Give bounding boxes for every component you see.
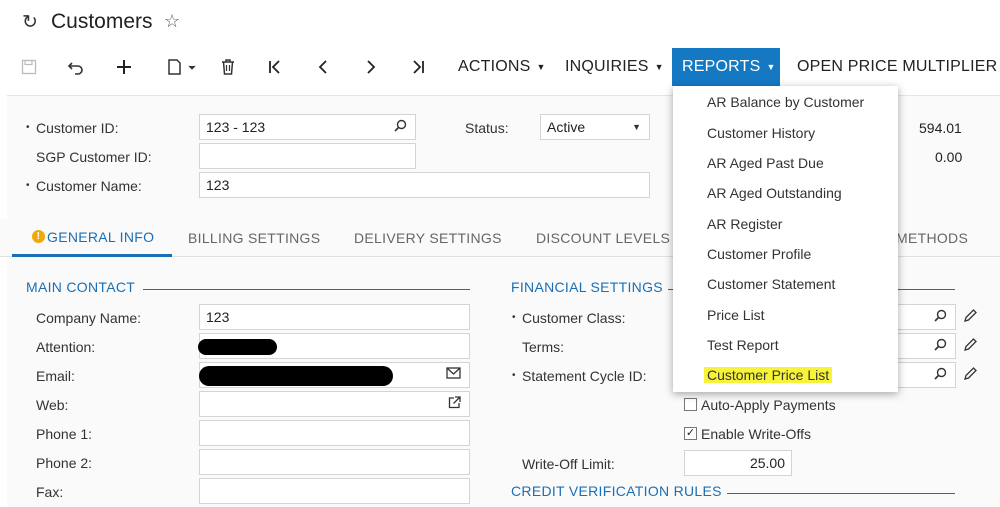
customer-id-value: 123 - 123: [206, 119, 266, 135]
toolbar: ACTIONS ▼ INQUIRIES ▼ REPORTS ▼ OPEN PRICE …: [0, 48, 1000, 86]
tab-discount-levels[interactable]: DISCOUNT LEVELS: [536, 219, 670, 257]
section-divider: [143, 289, 470, 290]
menu-item-test-report[interactable]: Test Report: [707, 337, 779, 353]
star-icon[interactable]: ☆: [164, 11, 180, 32]
status-label: Status:: [465, 120, 509, 136]
redaction-mark: [199, 366, 393, 386]
caret-down-icon: ▼: [632, 122, 641, 132]
menu-item-price-list[interactable]: Price List: [707, 307, 765, 323]
sgp-customer-id-label: SGP Customer ID:: [36, 149, 152, 165]
statement-cycle-label: Statement Cycle ID:: [512, 368, 646, 384]
auto-apply-payments-checkbox[interactable]: [684, 398, 697, 411]
menu-item-ar-aged-outstanding[interactable]: AR Aged Outstanding: [707, 185, 842, 201]
financial-settings-title: FINANCIAL SETTINGS: [511, 279, 663, 295]
customer-class-label: Customer Class:: [512, 310, 626, 326]
page-title: Customers: [51, 10, 153, 33]
section-divider: [727, 493, 955, 494]
fax-label: Fax:: [36, 484, 64, 500]
sgp-customer-id-input[interactable]: [199, 143, 416, 169]
phone1-input[interactable]: [199, 420, 470, 446]
customer-name-input[interactable]: 123: [199, 172, 650, 198]
write-off-limit-value: 25.00: [749, 455, 785, 471]
tab-general-info[interactable]: ! GENERAL INFO: [12, 219, 173, 257]
mail-icon[interactable]: [446, 367, 461, 382]
trash-icon[interactable]: [216, 48, 240, 86]
redaction-mark: [198, 339, 277, 355]
menu-item-ar-balance-by-customer[interactable]: AR Balance by Customer: [707, 94, 864, 110]
caret-down-icon: ▼: [766, 62, 776, 72]
auto-apply-payments-label: Auto-Apply Payments: [701, 397, 836, 413]
company-name-label: Company Name:: [36, 310, 142, 326]
balance-value: 594.01: [919, 120, 962, 136]
company-name-input[interactable]: 123: [199, 304, 470, 330]
caret-down-icon: ▼: [536, 62, 546, 72]
previous-record-icon[interactable]: [311, 48, 335, 86]
next-record-icon[interactable]: [359, 48, 383, 86]
fax-input[interactable]: [199, 478, 470, 504]
tab-general-info-label: GENERAL INFO: [47, 228, 155, 245]
credit-verification-title: CREDIT VERIFICATION RULES: [511, 483, 722, 499]
open-price-multiplier-button[interactable]: OPEN PRICE MULTIPLIER: [797, 48, 997, 86]
inquiries-label: INQUIRIES: [565, 58, 649, 75]
web-input[interactable]: [199, 391, 470, 417]
undo-icon[interactable]: [64, 48, 88, 86]
search-icon[interactable]: [394, 119, 407, 135]
attention-label: Attention:: [36, 339, 96, 355]
search-icon[interactable]: [934, 338, 947, 354]
last-record-icon[interactable]: [406, 48, 430, 86]
web-label: Web:: [36, 397, 69, 413]
actions-menu-button[interactable]: ACTIONS ▼: [458, 48, 546, 86]
email-label: Email:: [36, 368, 75, 384]
search-icon[interactable]: [934, 367, 947, 383]
write-off-limit-input[interactable]: 25.00: [684, 450, 792, 476]
caret-down-icon: ▼: [654, 62, 664, 72]
refresh-icon[interactable]: ↻: [22, 11, 38, 34]
inquiries-menu-button[interactable]: INQUIRIES ▼: [565, 48, 664, 86]
status-select[interactable]: Active ▼: [540, 114, 650, 140]
phone1-label: Phone 1:: [36, 426, 93, 442]
second-value: 0.00: [935, 149, 963, 165]
first-record-icon[interactable]: [263, 48, 287, 86]
actions-label: ACTIONS: [458, 58, 531, 75]
company-name-value: 123: [206, 309, 230, 325]
tab-methods[interactable]: METHODS: [896, 219, 968, 257]
terms-label: Terms:: [522, 339, 564, 355]
copy-paste-icon[interactable]: [160, 48, 200, 86]
customer-name-value: 123: [206, 177, 230, 193]
enable-write-offs-checkbox[interactable]: ✓: [684, 427, 697, 440]
menu-item-customer-history[interactable]: Customer History: [707, 125, 815, 141]
external-link-icon[interactable]: [448, 396, 461, 412]
phone2-label: Phone 2:: [36, 455, 93, 471]
tab-delivery-settings[interactable]: DELIVERY SETTINGS: [354, 219, 502, 257]
menu-item-ar-aged-past-due[interactable]: AR Aged Past Due: [707, 155, 824, 171]
phone2-input[interactable]: [199, 449, 470, 475]
add-icon[interactable]: [112, 48, 136, 86]
menu-item-customer-statement[interactable]: Customer Statement: [707, 276, 835, 292]
enable-write-offs-label: Enable Write-Offs: [701, 426, 811, 442]
edit-pencil-icon[interactable]: [963, 337, 978, 357]
status-value: Active: [547, 119, 586, 135]
customer-id-input[interactable]: 123 - 123: [199, 114, 416, 140]
menu-item-customer-profile[interactable]: Customer Profile: [707, 246, 811, 262]
menu-item-ar-register[interactable]: AR Register: [707, 216, 782, 232]
save-icon[interactable]: [18, 48, 40, 86]
title-bar: ↻ Customers ☆: [0, 0, 1000, 44]
reports-label: REPORTS: [682, 58, 761, 75]
edit-pencil-icon[interactable]: [963, 366, 978, 386]
customers-screen: ↻ Customers ☆ ACTIONS ▼ INQUIRIES ▼ REPO…: [0, 0, 1000, 507]
reports-menu-button[interactable]: REPORTS ▼: [672, 48, 780, 86]
tab-billing-settings[interactable]: BILLING SETTINGS: [188, 219, 320, 257]
edit-pencil-icon[interactable]: [963, 308, 978, 328]
customer-id-label: Customer ID:: [26, 120, 119, 136]
main-contact-title: MAIN CONTACT: [26, 279, 136, 295]
warning-icon: !: [32, 230, 45, 243]
search-icon[interactable]: [934, 309, 947, 325]
write-off-limit-label: Write-Off Limit:: [522, 456, 615, 472]
menu-item-customer-price-list[interactable]: Customer Price List: [704, 367, 833, 383]
reports-dropdown-menu: AR Balance by Customer Customer History …: [673, 86, 898, 392]
customer-name-label: Customer Name:: [26, 178, 142, 194]
